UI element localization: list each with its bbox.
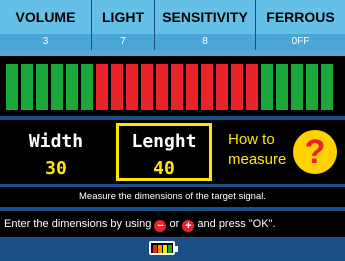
signal-bar-green [306,64,318,110]
signal-bar-red [201,64,213,110]
signal-bar-red [96,64,108,110]
minus-icon: − [154,220,167,232]
signal-bar-green [36,64,48,110]
how-to-line2: measure [228,151,287,168]
volume-setting[interactable]: VOLUME 3 [0,0,91,50]
detector-screen: VOLUME 3 LIGHT 7 SENSITIVITY 8 FERROUS 0… [0,0,345,261]
signal-bar-red [231,64,243,110]
signal-bar-green [21,64,33,110]
width-field[interactable]: Width 30 [10,126,102,179]
instruction-message: Measure the dimensions of the target sig… [0,187,345,207]
hint-or: or [169,218,180,230]
sensitivity-value: 8 [155,34,255,50]
signal-bar-green [6,64,18,110]
length-field[interactable]: Lenght 40 [116,123,212,181]
light-setting[interactable]: LIGHT 7 [92,0,154,50]
status-footer [0,237,345,261]
signal-bar-red [126,64,138,110]
dimensions-panel: Width 30 Lenght 40 How to measure ? [0,120,345,184]
volume-label: VOLUME [0,0,91,34]
plus-icon: + [182,220,195,232]
ferrous-setting[interactable]: FERROUS 0FF [256,0,345,50]
signal-bar-green [291,64,303,110]
signal-bar-red [246,64,258,110]
hint-suffix: and press "OK". [197,218,276,230]
battery-segment [163,245,167,253]
signal-bar-red [186,64,198,110]
battery-segment [168,245,172,253]
light-label: LIGHT [92,0,154,34]
signal-bar-green [66,64,78,110]
sensitivity-label: SENSITIVITY [155,0,255,34]
length-label: Lenght [131,131,197,152]
signal-bar-red [216,64,228,110]
battery-cap [175,246,178,252]
signal-bar-green [261,64,273,110]
signal-bar-green [321,64,333,110]
signal-bar-green [81,64,93,110]
battery-segment [153,245,157,253]
signal-bar-graph [0,56,345,116]
volume-value: 3 [0,34,91,50]
ferrous-value: 0FF [256,34,345,50]
how-to-line1: How to [228,131,275,148]
signal-bar-red [141,64,153,110]
length-value: 40 [153,158,175,179]
signal-bar-red [171,64,183,110]
signal-bar-green [276,64,288,110]
ferrous-label: FERROUS [256,0,345,34]
question-icon[interactable]: ? [293,130,337,174]
width-value: 30 [45,158,67,179]
signal-bar-green [51,64,63,110]
settings-header: VOLUME 3 LIGHT 7 SENSITIVITY 8 FERROUS 0… [0,0,345,50]
hint-prefix: Enter the dimensions by using [4,218,152,230]
battery-segment [158,245,162,253]
signal-bar-red [111,64,123,110]
battery-icon [149,241,178,255]
how-to-measure-link[interactable]: How to measure [228,130,286,170]
width-label: Width [28,131,84,152]
input-hint-message: Enter the dimensions by using − or + and… [0,211,345,237]
sensitivity-setting[interactable]: SENSITIVITY 8 [155,0,255,50]
signal-bar-red [156,64,168,110]
light-value: 7 [92,34,154,50]
